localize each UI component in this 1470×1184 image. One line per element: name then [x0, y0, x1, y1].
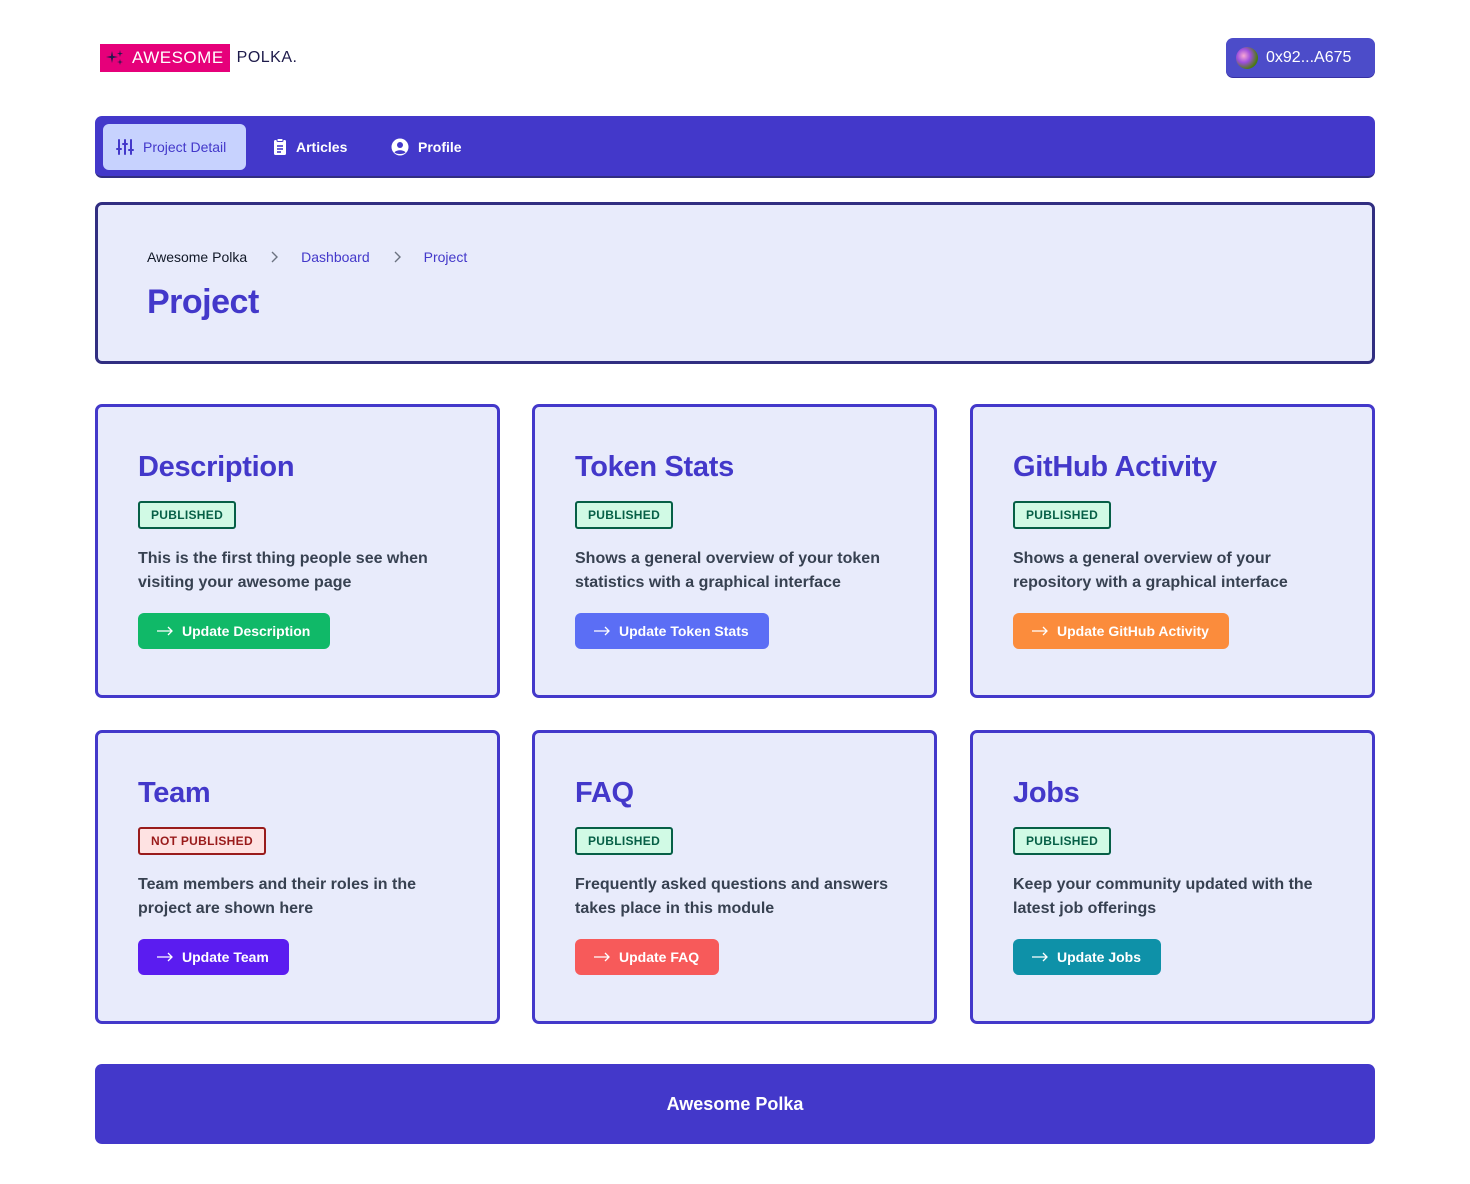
breadcrumb-item[interactable]: Dashboard — [301, 249, 370, 265]
status-badge: PUBLISHED — [1013, 827, 1112, 855]
module-card-faq: FAQ PUBLISHED Frequently asked questions… — [532, 730, 937, 1024]
breadcrumb: Awesome Polka Dashboard Project — [147, 249, 467, 265]
logo[interactable]: AWESOME POLKA. — [100, 44, 297, 72]
card-title: Jobs — [1013, 777, 1080, 809]
footer: Awesome Polka — [95, 1064, 1375, 1144]
card-title: FAQ — [575, 777, 634, 809]
nav-item-profile[interactable]: Profile — [391, 124, 462, 170]
card-title: Team — [138, 777, 211, 809]
breadcrumb-item[interactable]: Awesome Polka — [147, 249, 247, 265]
page-header: Awesome Polka Dashboard Project Project — [95, 202, 1375, 364]
arrow-right-icon — [157, 626, 173, 636]
card-title: Token Stats — [575, 451, 734, 483]
card-title: Description — [138, 451, 295, 483]
top-bar: AWESOME POLKA. 0x92...A675 — [95, 38, 1375, 78]
user-circle-icon — [391, 138, 409, 156]
nav-label: Articles — [296, 139, 348, 155]
update-description-button[interactable]: Update Description — [138, 613, 331, 649]
card-title: GitHub Activity — [1013, 451, 1217, 483]
button-label: Update GitHub Activity — [1057, 623, 1209, 639]
avatar — [1236, 46, 1258, 69]
wallet-address: 0x92...A675 — [1266, 48, 1352, 66]
clipboard-icon — [274, 138, 286, 155]
module-card-jobs: Jobs PUBLISHED Keep your community updat… — [970, 730, 1375, 1024]
update-faq-button[interactable]: Update FAQ — [575, 939, 720, 975]
logo-mark-text: AWESOME — [132, 48, 224, 67]
update-token-stats-button[interactable]: Update Token Stats — [575, 613, 769, 649]
main-nav: Project Detail Articles Profile — [95, 116, 1375, 178]
module-card-github-activity: GitHub Activity PUBLISHED Shows a genera… — [970, 404, 1375, 698]
module-card-team: Team NOT PUBLISHED Team members and thei… — [95, 730, 500, 1024]
button-label: Update Description — [182, 623, 311, 639]
status-badge: PUBLISHED — [575, 827, 674, 855]
chevron-right-icon — [392, 251, 402, 263]
chevron-right-icon — [269, 251, 279, 263]
nav-item-articles[interactable]: Articles — [273, 124, 347, 170]
arrow-right-icon — [157, 952, 173, 962]
card-description: Team members and their roles in the proj… — [138, 876, 417, 917]
card-description: Shows a general overview of your token s… — [575, 550, 880, 591]
breadcrumb-item[interactable]: Project — [424, 249, 468, 265]
sparkle-icon — [106, 48, 126, 68]
card-description: Keep your community updated with the lat… — [1013, 876, 1313, 917]
wallet-button[interactable]: 0x92...A675 — [1226, 38, 1375, 77]
module-card-token-stats: Token Stats PUBLISHED Shows a general ov… — [532, 404, 937, 698]
button-label: Update FAQ — [619, 949, 700, 965]
update-team-button[interactable]: Update Team — [138, 939, 289, 975]
footer-text: Awesome Polka — [666, 1093, 804, 1114]
logo-mark: AWESOME — [100, 44, 230, 72]
button-label: Update Jobs — [1057, 949, 1142, 965]
arrow-right-icon — [594, 952, 610, 962]
update-github-activity-button[interactable]: Update GitHub Activity — [1013, 613, 1229, 649]
nav-label: Project Detail — [143, 139, 227, 155]
nav-item-project-detail[interactable]: Project Detail — [103, 124, 246, 170]
nav-label: Profile — [418, 139, 462, 155]
arrow-right-icon — [594, 626, 610, 636]
button-label: Update Token Stats — [619, 623, 749, 639]
status-badge: PUBLISHED — [138, 501, 237, 529]
card-description: Shows a general overview of your reposit… — [1013, 550, 1288, 591]
update-jobs-button[interactable]: Update Jobs — [1013, 939, 1162, 975]
status-badge: PUBLISHED — [575, 501, 674, 529]
status-badge: PUBLISHED — [1013, 501, 1112, 529]
page-title: Project — [147, 283, 259, 321]
logo-text: POLKA. — [236, 49, 298, 66]
sliders-icon — [116, 139, 134, 155]
card-description: Frequently asked questions and answers t… — [575, 876, 888, 917]
arrow-right-icon — [1032, 952, 1048, 962]
button-label: Update Team — [182, 949, 269, 965]
status-badge: NOT PUBLISHED — [138, 827, 266, 855]
card-description: This is the first thing people see when … — [138, 550, 428, 591]
arrow-right-icon — [1032, 626, 1048, 636]
module-card-description: Description PUBLISHED This is the first … — [95, 404, 500, 698]
